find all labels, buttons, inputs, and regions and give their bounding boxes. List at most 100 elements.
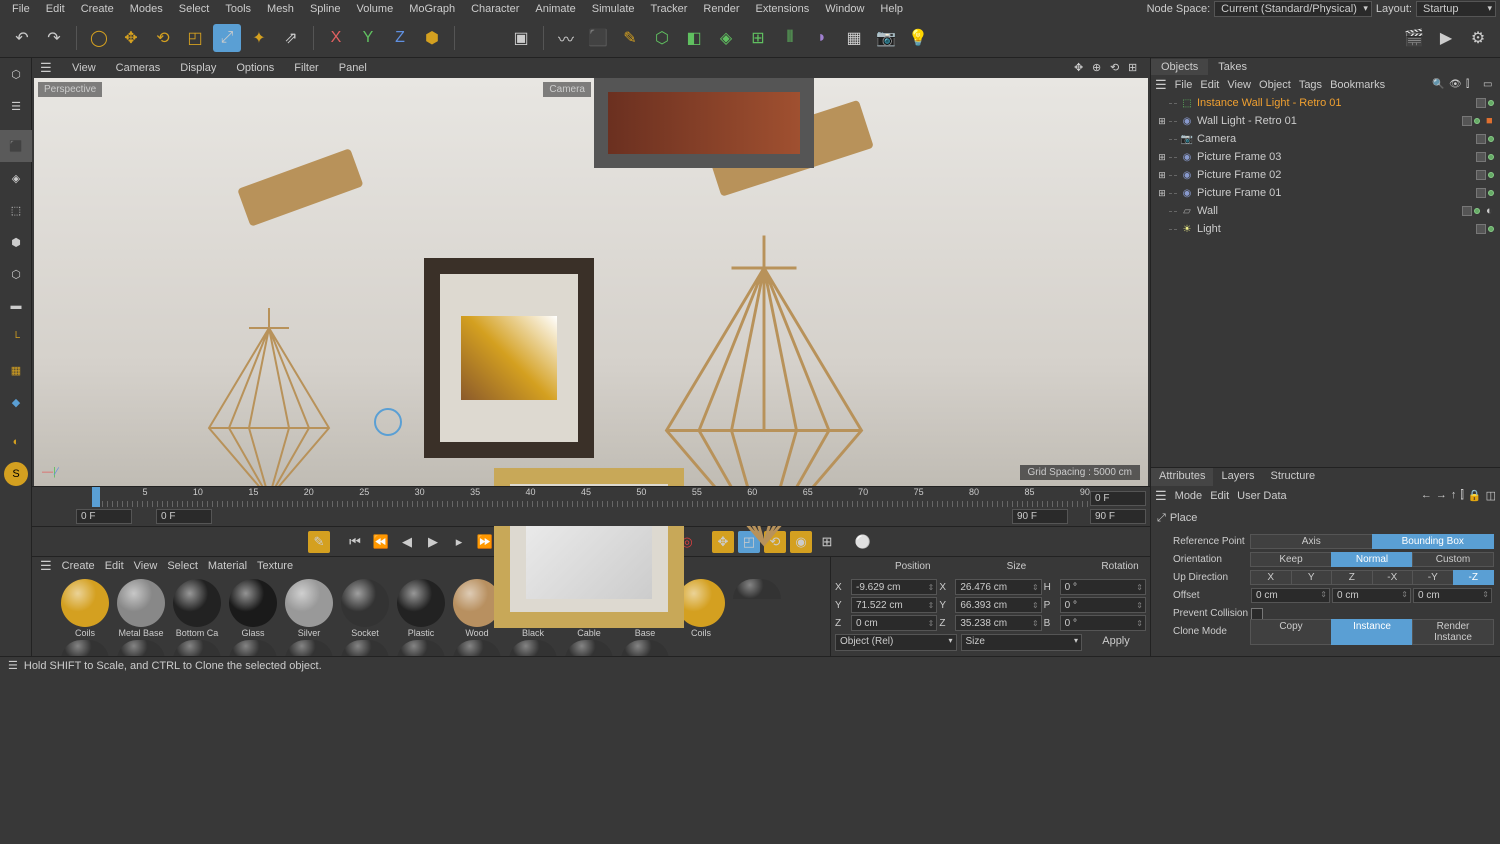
coord-pos-field[interactable]: 71.522 cm	[851, 597, 937, 613]
obj-search-icon[interactable]: 🔍	[1432, 79, 1445, 92]
tree-expander-icon[interactable]: ⊞	[1155, 170, 1169, 181]
object-name-label[interactable]: Wall Light - Retro 01	[1197, 115, 1462, 127]
object-name-label[interactable]: Camera	[1197, 133, 1476, 145]
object-name-label[interactable]: Picture Frame 01	[1197, 187, 1476, 199]
volume-menu[interactable]: ◗	[808, 24, 836, 52]
viewport-solo[interactable]: ▣	[507, 24, 535, 52]
menu-animate[interactable]: Animate	[527, 1, 583, 17]
obj-menu-icon[interactable]: ☰	[1155, 77, 1167, 93]
updir-negx-button[interactable]: -X	[1372, 570, 1414, 585]
place-section-icon[interactable]: ⤢	[1157, 512, 1166, 525]
offset-x-field[interactable]: 0 cm	[1251, 588, 1330, 603]
mat-menu-material[interactable]: Material	[208, 560, 247, 572]
coord-system[interactable]: ⬢	[418, 24, 446, 52]
clone-copy-button[interactable]: Copy	[1250, 619, 1332, 645]
tree-expander-icon[interactable]: ⊞	[1155, 188, 1169, 199]
layout-dropdown[interactable]: Startup	[1416, 1, 1496, 17]
object-name-label[interactable]: Wall	[1197, 205, 1462, 217]
updir-negz-button[interactable]: -Z	[1453, 570, 1495, 585]
pen-menu[interactable]: ✎	[616, 24, 644, 52]
vp-nav-layout-icon[interactable]: ⊞	[1128, 61, 1142, 75]
object-tag-icon[interactable]: ■	[1486, 115, 1500, 127]
generator-menu[interactable]: ⬡	[648, 24, 676, 52]
object-tree-row[interactable]: ▱Wall◐	[1151, 202, 1500, 220]
menu-modes[interactable]: Modes	[122, 1, 171, 17]
attr-menu-userdata[interactable]: User Data	[1237, 490, 1287, 502]
goto-start-button[interactable]: ⏮	[344, 531, 366, 553]
model-mode[interactable]: ⬛	[0, 130, 32, 162]
attr-new-icon[interactable]: ◫	[1486, 489, 1496, 502]
timeline-start-field[interactable]: 0 F	[76, 509, 132, 524]
menu-mesh[interactable]: Mesh	[259, 1, 302, 17]
tree-expander-icon[interactable]: ⊞	[1155, 116, 1169, 127]
timeline[interactable]: 0 F 0 F 90 F 0 F 90 F 051015202530354045…	[32, 486, 1150, 526]
clone-instance-button[interactable]: Instance	[1331, 619, 1413, 645]
object-name-label[interactable]: Instance Wall Light - Retro 01	[1197, 97, 1476, 109]
menu-simulate[interactable]: Simulate	[584, 1, 643, 17]
object-visibility-toggles[interactable]	[1476, 188, 1494, 198]
next-key-button[interactable]: ⏩	[474, 531, 496, 553]
tree-expander-icon[interactable]: ⊞	[1155, 152, 1169, 163]
coord-rot-field[interactable]: 0 °	[1060, 597, 1146, 613]
mograph-menu[interactable]: ⊞	[744, 24, 772, 52]
attr-back-icon[interactable]: ←	[1421, 489, 1432, 502]
prev-key-button[interactable]: ⏪	[370, 531, 392, 553]
vp-menu-options[interactable]: Options	[232, 60, 278, 76]
camera-menu[interactable]: 📷	[872, 24, 900, 52]
material-item[interactable]: Coils	[58, 579, 112, 638]
y-axis-lock[interactable]: Y	[354, 24, 382, 52]
attr-filter-icon[interactable]: ⫿	[1460, 489, 1464, 502]
offset-z-field[interactable]: 0 cm	[1413, 588, 1492, 603]
mat-menu-view[interactable]: View	[134, 560, 158, 572]
attr-up-icon[interactable]: ↑	[1451, 489, 1457, 502]
dynamic-place-tool[interactable]: ✦	[245, 24, 273, 52]
light-menu[interactable]: 💡	[904, 24, 932, 52]
axis-mode[interactable]: └	[0, 322, 32, 354]
coord-pos-field[interactable]: -9.629 cm	[851, 579, 937, 595]
deformer-menu[interactable]: ◧	[680, 24, 708, 52]
updir-z-button[interactable]: Z	[1331, 570, 1373, 585]
material-item[interactable]	[58, 640, 112, 656]
updir-y-button[interactable]: Y	[1291, 570, 1333, 585]
menu-file[interactable]: File	[4, 1, 38, 17]
attr-menu-mode[interactable]: Mode	[1175, 490, 1203, 502]
attr-menu-edit[interactable]: Edit	[1210, 490, 1229, 502]
point-mode[interactable]: ⬢	[0, 226, 32, 258]
objects-tab[interactable]: Objects	[1151, 59, 1208, 75]
object-tag-icon[interactable]: ◐	[1486, 205, 1500, 217]
object-tree-row[interactable]: ☀Light	[1151, 220, 1500, 238]
timeline-range-end-field[interactable]: 90 F	[1090, 509, 1146, 524]
obj-eye-icon[interactable]: 👁	[1449, 79, 1462, 92]
tweak-mode[interactable]: ◐	[0, 426, 32, 458]
object-tree-row[interactable]: ⊞◉Picture Frame 02	[1151, 166, 1500, 184]
move-tool[interactable]: ✥	[117, 24, 145, 52]
timeline-end-field[interactable]: 90 F	[1012, 509, 1068, 524]
x-axis-lock[interactable]: X	[322, 24, 350, 52]
material-item[interactable]	[562, 640, 616, 656]
polygon-mode[interactable]: ▬	[0, 290, 32, 322]
material-item[interactable]: Silver	[282, 579, 336, 638]
redo-button[interactable]: ↷	[40, 24, 68, 52]
vp-menu-cameras[interactable]: Cameras	[112, 60, 165, 76]
obj-menu-bookmarks[interactable]: Bookmarks	[1330, 79, 1385, 91]
menu-tracker[interactable]: Tracker	[643, 1, 696, 17]
object-tree-row[interactable]: ⊞◉Picture Frame 03	[1151, 148, 1500, 166]
updir-negy-button[interactable]: -Y	[1412, 570, 1454, 585]
coord-mode-dropdown[interactable]: Object (Rel)	[835, 634, 957, 651]
material-item[interactable]	[226, 640, 280, 656]
coord-apply-button[interactable]: Apply	[1086, 634, 1146, 651]
attr-lock-icon[interactable]: 🔒	[1468, 489, 1482, 502]
edge-mode[interactable]: ⬡	[0, 258, 32, 290]
ref-point-bbox-button[interactable]: Bounding Box	[1372, 534, 1495, 549]
workplane-mode[interactable]: ▦	[0, 354, 32, 386]
coord-size-field[interactable]: 26.476 cm	[955, 579, 1041, 595]
material-item[interactable]	[618, 640, 672, 656]
menu-spline[interactable]: Spline	[302, 1, 349, 17]
field-menu[interactable]: ◈	[712, 24, 740, 52]
takes-tab[interactable]: Takes	[1208, 59, 1257, 75]
clone-render-instance-button[interactable]: Render Instance	[1412, 619, 1494, 645]
obj-flat-icon[interactable]: ▭	[1483, 79, 1496, 92]
attributes-tab[interactable]: Attributes	[1151, 468, 1213, 486]
mat-menu-select[interactable]: Select	[167, 560, 198, 572]
material-item[interactable]: Plastic	[394, 579, 448, 638]
